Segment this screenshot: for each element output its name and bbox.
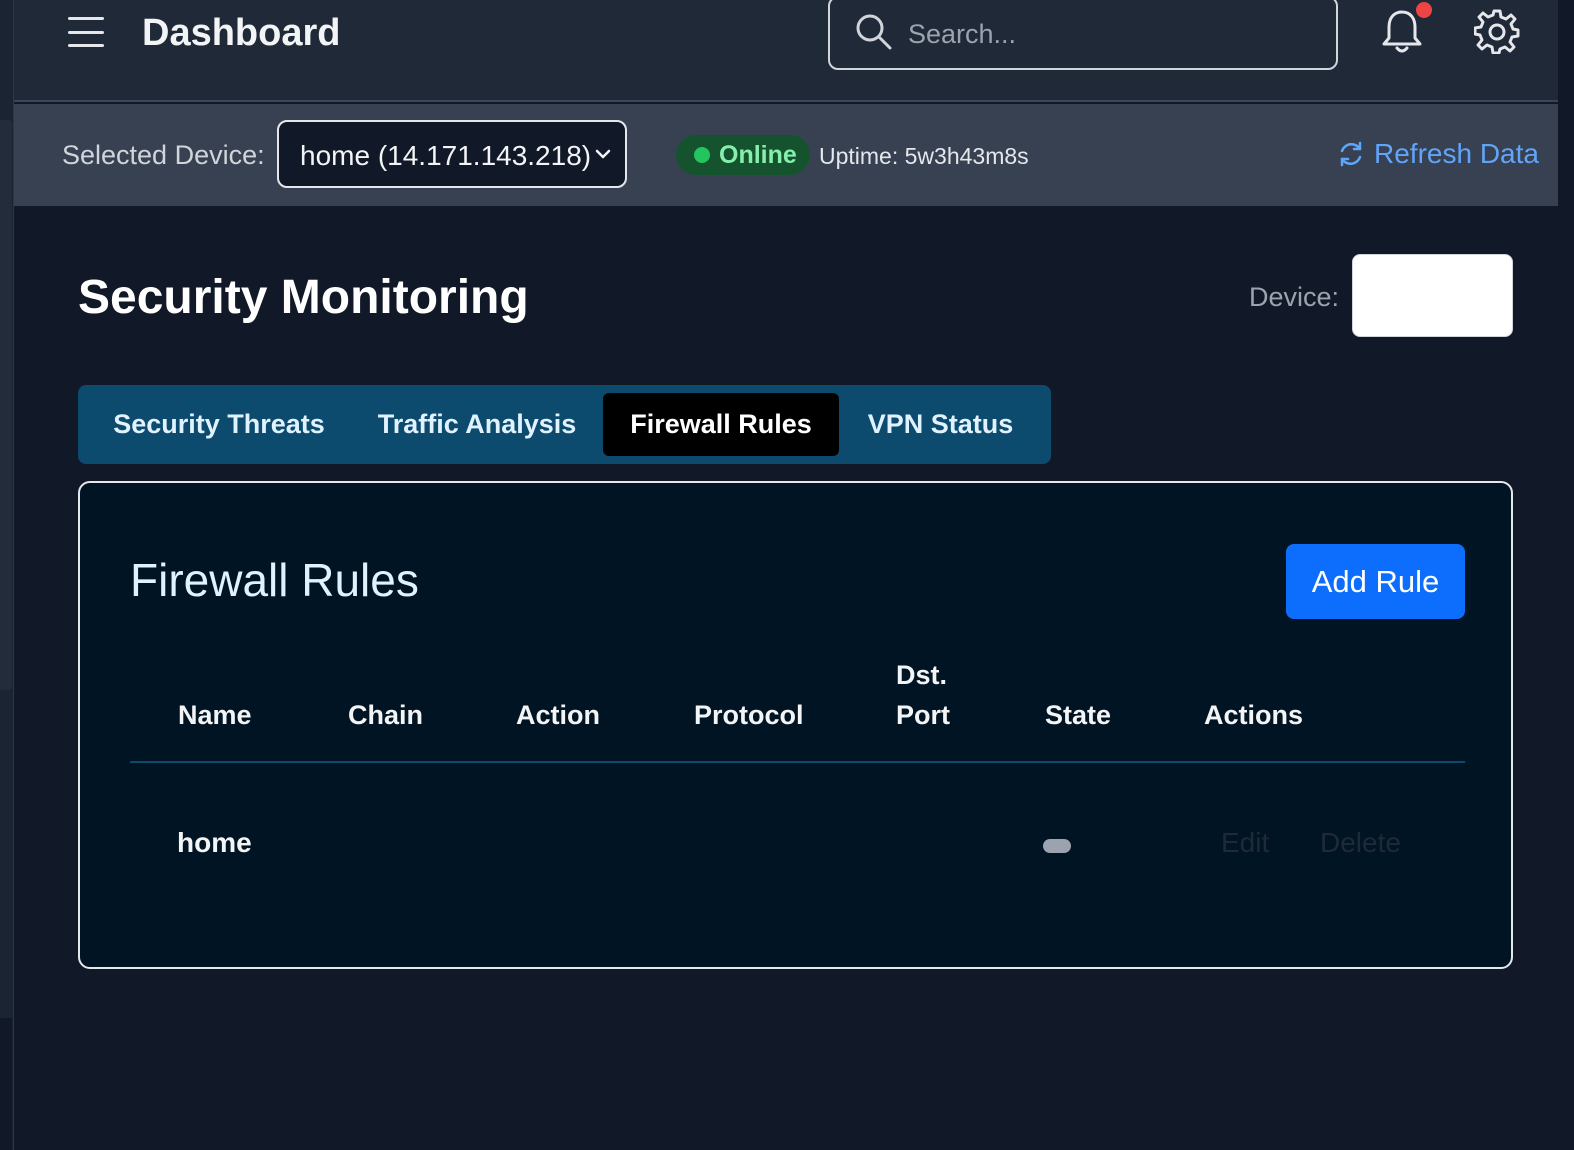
column-header-actions: Actions bbox=[1204, 700, 1304, 730]
selected-device-label: Selected Device: bbox=[62, 140, 265, 170]
column-header-action: Action bbox=[516, 700, 600, 730]
device-select-value: home (14.171.143.218) bbox=[300, 140, 592, 171]
tab-vpn-status[interactable]: VPN Status bbox=[850, 393, 1031, 456]
page-title: Security Monitoring bbox=[78, 271, 529, 324]
tab-label: Traffic Analysis bbox=[377, 409, 577, 439]
notifications-button[interactable] bbox=[1380, 2, 1432, 56]
status-badge: Online bbox=[676, 135, 810, 175]
search-icon bbox=[856, 14, 892, 50]
delete-rule-button[interactable]: Delete bbox=[1320, 827, 1401, 859]
device-select[interactable]: home (14.171.143.218) bbox=[277, 120, 627, 188]
add-rule-button[interactable]: Add Rule bbox=[1286, 544, 1465, 619]
tab-label: Security Threats bbox=[113, 409, 325, 439]
column-header-protocol: Protocol bbox=[694, 700, 804, 730]
left-gutter-gap bbox=[0, 1018, 12, 1150]
column-header-state: State bbox=[1045, 700, 1112, 730]
online-indicator-icon bbox=[694, 147, 710, 163]
app-title: Dashboard bbox=[142, 12, 341, 54]
tab-traffic-analysis[interactable]: Traffic Analysis bbox=[360, 393, 594, 456]
search-input[interactable] bbox=[908, 14, 1308, 54]
right-edge bbox=[1558, 0, 1574, 1150]
tab-firewall-rules[interactable]: Firewall Rules bbox=[603, 393, 839, 456]
settings-button[interactable] bbox=[1473, 8, 1520, 55]
column-header-dst: Dst. bbox=[896, 660, 948, 690]
gear-icon bbox=[1473, 9, 1520, 55]
rule-name-cell: home bbox=[177, 827, 252, 858]
edit-rule-button[interactable]: Edit bbox=[1221, 827, 1269, 859]
column-header-name: Name bbox=[178, 700, 252, 730]
device-input[interactable] bbox=[1352, 254, 1513, 337]
tab-bar: Security Threats Traffic Analysis Firewa… bbox=[78, 385, 1051, 464]
column-header-chain: Chain bbox=[348, 700, 424, 730]
notification-badge bbox=[1416, 2, 1432, 18]
column-header-port: Port bbox=[896, 700, 950, 730]
uptime-text: Uptime: 5w3h43m8s bbox=[819, 143, 1029, 169]
refresh-icon bbox=[1340, 141, 1362, 167]
tab-label: VPN Status bbox=[867, 409, 1014, 439]
top-navbar: Dashboard bbox=[14, 0, 1558, 102]
tab-security-threats[interactable]: Security Threats bbox=[94, 393, 344, 456]
rule-state-toggle[interactable] bbox=[1043, 839, 1071, 853]
table-header: Name Chain Action Protocol Dst. Port Sta… bbox=[130, 660, 1465, 763]
tab-label: Firewall Rules bbox=[630, 409, 812, 439]
device-label: Device: bbox=[1249, 282, 1340, 312]
refresh-data-label: Refresh Data bbox=[1374, 138, 1539, 169]
left-gutter bbox=[0, 0, 14, 1150]
status-text: Online bbox=[719, 140, 797, 169]
panel-title: Firewall Rules bbox=[130, 554, 419, 606]
search-box[interactable] bbox=[828, 0, 1338, 70]
refresh-data-button[interactable]: Refresh Data bbox=[1336, 138, 1539, 170]
device-bar: Selected Device: home (14.171.143.218) O… bbox=[14, 104, 1558, 206]
firewall-rules-panel: Firewall Rules Add Rule Name Chain Actio… bbox=[78, 481, 1513, 969]
hamburger-icon[interactable] bbox=[68, 14, 104, 50]
left-scroll-handle[interactable] bbox=[0, 120, 12, 690]
chevron-down-icon bbox=[595, 149, 611, 159]
